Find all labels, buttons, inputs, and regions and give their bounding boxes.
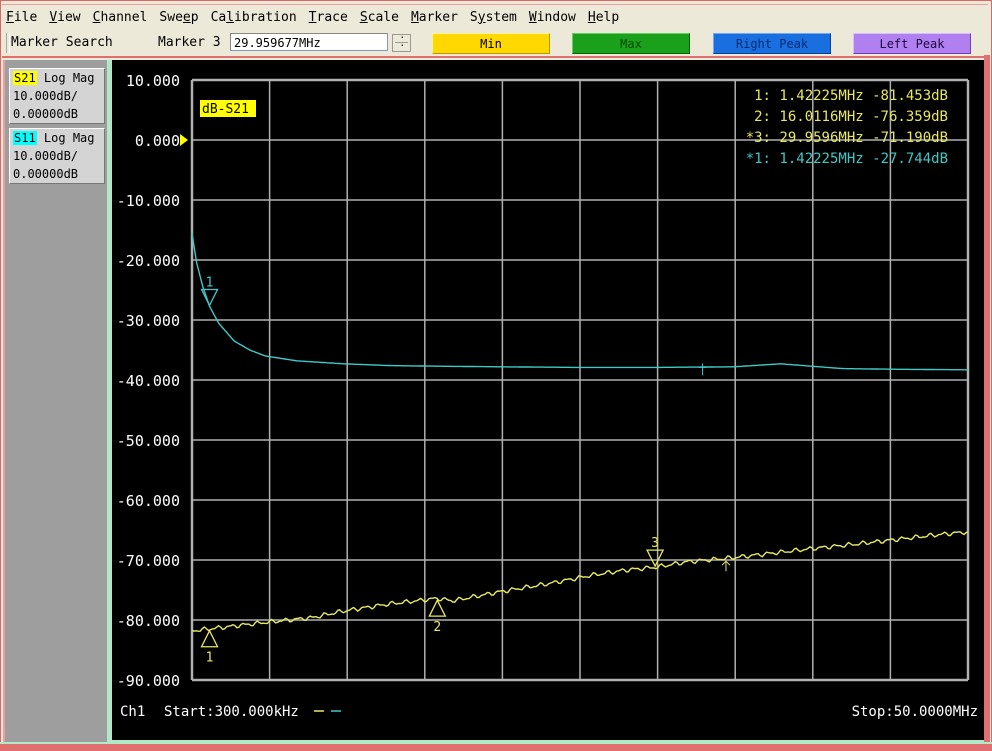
trace-s11-ref: 0.00000dB — [13, 167, 79, 181]
start-frequency-label: Start:300.000kHz — [164, 704, 299, 720]
marker-label: 3 — [651, 536, 659, 551]
toolbar-title: Marker Search — [11, 35, 113, 50]
search-right-peak-button[interactable]: Right Peak — [713, 33, 831, 54]
trace-s21-scale: 10.000dB/ — [13, 89, 79, 103]
menu-trace[interactable]: Trace — [305, 10, 356, 25]
chart-title: dB-S21 — [202, 102, 249, 117]
trace-s21-tag: S21 — [13, 71, 37, 85]
trace-s11-scale: 10.000dB/ — [13, 149, 79, 163]
marker-search-toolbar: Marker Search Marker 3 29.959677MHz Min … — [2, 30, 988, 58]
marker-label: 2 — [433, 620, 441, 635]
y-tick-label: -60.000 — [117, 492, 180, 510]
menu-calibration[interactable]: Calibration — [207, 10, 305, 25]
y-tick-label: -50.000 — [117, 432, 180, 450]
frequency-spinner[interactable] — [392, 31, 411, 52]
measurement-display: 10.000 0.000 -10.000 -20.000 -30.000 -40.000 -… — [110, 60, 992, 743]
y-tick-label: -90.000 — [117, 672, 180, 690]
measurement-chart[interactable]: 10.000 0.000 -10.000 -20.000 -30.000 -40.000 -… — [112, 60, 992, 740]
trace-arrow-icon — [698, 363, 707, 376]
marker-s21-1: 1 — [200, 629, 219, 666]
menu-scale[interactable]: Scale — [356, 10, 407, 25]
marker-triangle-icon — [428, 598, 447, 617]
marker-select-label: Marker 3 — [158, 35, 221, 50]
search-left-peak-button[interactable]: Left Peak — [853, 33, 971, 54]
menu-bar: File View Channel Sweep Calibration Trace Scal… — [2, 4, 988, 29]
marker-readouts: 1: 1.42225MHz -81.453dB 2: 16.0116MHz -76… — [746, 88, 948, 167]
y-tick-label: 10.000 — [126, 72, 180, 90]
trace-list-panel: S21 Log Mag 10.000dB/ 0.00000dB S11 Log … — [3, 60, 110, 743]
marker-readout: *1: 1.42225MHz -27.744dB — [746, 151, 948, 167]
footer: Ch1 Start:300.000kHz Stop:50.0000MHz — [120, 704, 978, 720]
marker-label: 1 — [206, 275, 214, 290]
trace-arrow-icon — [721, 560, 731, 572]
y-tick-label: -30.000 — [117, 312, 180, 330]
menu-file[interactable]: File — [2, 10, 45, 25]
trace-s21-box[interactable]: S21 Log Mag 10.000dB/ 0.00000dB — [9, 68, 105, 124]
window-border-bottom — [0, 742, 992, 751]
menu-channel[interactable]: Channel — [89, 10, 156, 25]
y-tick-label: -80.000 — [117, 612, 180, 630]
channel-label: Ch1 — [120, 704, 145, 720]
search-min-button[interactable]: Min — [432, 33, 550, 54]
trace-s21-format: Log Mag — [43, 71, 95, 85]
spinner-divider — [395, 42, 408, 43]
toolbar-grip[interactable] — [6, 33, 10, 53]
menu-marker[interactable]: Marker — [407, 10, 466, 25]
menu-view[interactable]: View — [45, 10, 88, 25]
trace-s21-ref: 0.00000dB — [13, 107, 79, 121]
menu-window[interactable]: Window — [525, 10, 584, 25]
menu-system[interactable]: System — [466, 10, 525, 25]
marker-readout: 1: 1.42225MHz -81.453dB — [754, 88, 948, 104]
ref-level-left-arrow — [180, 134, 188, 146]
marker-readout: *3: 29.9596MHz -71.190dB — [746, 130, 948, 146]
grid — [190, 78, 970, 682]
menu-help[interactable]: Help — [584, 10, 627, 25]
y-tick-label: -70.000 — [117, 552, 180, 570]
marker-label: 1 — [206, 651, 214, 666]
y-tick-label: 0.000 — [135, 132, 180, 150]
menu-sweep[interactable]: Sweep — [155, 10, 206, 25]
trace-s11-tag: S11 — [13, 131, 37, 145]
y-tick-label: -10.000 — [117, 192, 180, 210]
search-max-button[interactable]: Max — [572, 33, 690, 54]
window-border-right — [984, 55, 990, 745]
y-tick-label: -20.000 — [117, 252, 180, 270]
marker-readout: 2: 16.0116MHz -76.359dB — [754, 109, 948, 125]
marker-triangle-icon — [200, 629, 219, 648]
trace-s11-format: Log Mag — [43, 131, 95, 145]
marker-s21-3: 3 — [646, 536, 665, 568]
stop-frequency-label: Stop:50.0000MHz — [852, 704, 978, 720]
trace-s11-box[interactable]: S11 Log Mag 10.000dB/ 0.00000dB — [9, 128, 105, 184]
marker-s21-2: 2 — [428, 598, 447, 635]
y-tick-label: -40.000 — [117, 372, 180, 390]
markers: 1 2 3 1 — [200, 275, 731, 666]
marker-frequency-input[interactable]: 29.959677MHz — [230, 33, 388, 51]
